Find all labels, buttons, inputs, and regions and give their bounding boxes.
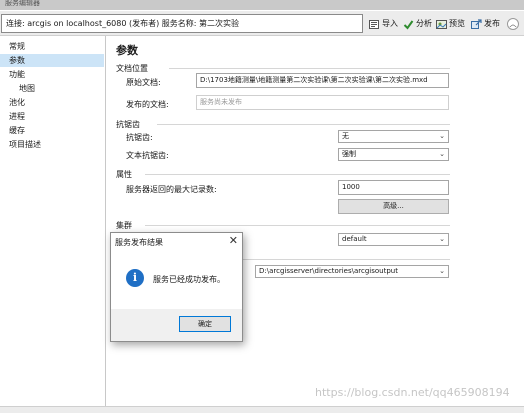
sidebar-item-item-description[interactable]: 项目描述 (0, 138, 104, 151)
source-doc-label: 原始文档: (126, 78, 161, 87)
publish-label: 发布 (484, 19, 500, 28)
section-divider (243, 259, 450, 260)
status-bar (0, 406, 524, 413)
cluster-value: default (342, 235, 367, 243)
dialog-footer: 确定 (111, 309, 242, 341)
section-properties: 属性 (116, 170, 132, 179)
page-title: 参数 (116, 44, 138, 57)
connection-info: 连接: arcgis on localhost_6080 (发布者) 服务名称:… (1, 14, 363, 33)
chevron-down-icon: ⌄ (439, 235, 445, 243)
section-divider (169, 68, 450, 69)
analyze-label: 分析 (416, 19, 432, 28)
preview-label: 预览 (449, 19, 465, 28)
output-dir-select[interactable]: D:\arcgisserver\directories\arcgisoutput… (255, 265, 449, 278)
window-titlebar: 服务编辑器 (0, 0, 524, 10)
preview-button[interactable]: 预览 (436, 17, 465, 31)
dialog-message: 服务已经成功发布。 (153, 275, 225, 284)
antialias-select[interactable]: 无 ⌄ (338, 130, 449, 143)
close-icon[interactable]: ✕ (229, 234, 238, 247)
import-label: 导入 (382, 19, 398, 28)
sidebar-item-general[interactable]: 常规 (0, 40, 104, 53)
sidebar-item-map[interactable]: 地图 (0, 82, 104, 95)
text-antialias-label: 文本抗锯齿: (126, 151, 169, 160)
section-antialias: 抗锯齿 (116, 120, 140, 129)
section-doc-location: 文档位置 (116, 64, 148, 73)
text-antialias-select[interactable]: 强制 ⌄ (338, 148, 449, 161)
output-dir-value: D:\arcgisserver\directories\arcgisoutput (259, 267, 398, 275)
import-button[interactable]: 导入 (369, 17, 398, 31)
sidebar-item-pooling[interactable]: 池化 (0, 96, 104, 109)
ok-button[interactable]: 确定 (179, 316, 231, 332)
checkmark-icon (403, 19, 414, 30)
chevron-down-icon: ⌄ (439, 150, 445, 158)
section-divider (145, 225, 450, 226)
sidebar: 常规 参数 功能 地图 池化 进程 缓存 项目描述 (0, 36, 106, 406)
publish-result-dialog: 服务发布结果 ✕ i 服务已经成功发布。 确定 (110, 232, 243, 342)
sidebar-item-processes[interactable]: 进程 (0, 110, 104, 123)
text-antialias-value: 强制 (342, 150, 356, 158)
published-doc-field[interactable]: 服务尚未发布 (196, 95, 449, 110)
section-cluster: 集群 (116, 221, 132, 230)
import-icon (369, 19, 380, 30)
parameters-panel: 参数 文档位置 原始文档: D:\1703地籍测量\地籍测量第二次实验课\第二次… (107, 36, 524, 406)
source-doc-field[interactable]: D:\1703地籍测量\地籍测量第二次实验课\第二次实验课\第二次实验.mxd (196, 73, 449, 88)
max-records-label: 服务器返回的最大记录数: (126, 185, 217, 194)
antialias-value: 无 (342, 132, 349, 140)
dialog-title: 服务发布结果 (115, 238, 163, 247)
info-icon: i (126, 269, 144, 287)
top-toolbar: 连接: arcgis on localhost_6080 (发布者) 服务名称:… (0, 11, 524, 36)
cluster-select[interactable]: default ⌄ (338, 233, 449, 246)
publish-button[interactable]: 发布 (471, 17, 500, 31)
section-divider (145, 174, 450, 175)
chevron-down-icon: ⌄ (439, 267, 445, 275)
sidebar-item-capabilities[interactable]: 功能 (0, 68, 104, 81)
watermark: https://blog.csdn.net/qq465908194 (315, 386, 510, 399)
publish-icon (471, 18, 482, 30)
sidebar-item-parameters[interactable]: 参数 (0, 54, 104, 67)
antialias-label: 抗锯齿: (126, 133, 153, 142)
advanced-button[interactable]: 高级... (338, 199, 449, 214)
published-doc-label: 发布的文档: (126, 100, 169, 109)
window-title: 服务编辑器 (5, 0, 40, 7)
chevron-down-icon: ⌄ (439, 132, 445, 140)
preview-icon (436, 19, 447, 30)
max-records-field[interactable]: 1000 (338, 180, 449, 195)
sidebar-item-caching[interactable]: 缓存 (0, 124, 104, 137)
analyze-button[interactable]: 分析 (403, 17, 432, 31)
collapse-icon[interactable]: ︿ (507, 18, 519, 30)
section-divider (157, 124, 450, 125)
